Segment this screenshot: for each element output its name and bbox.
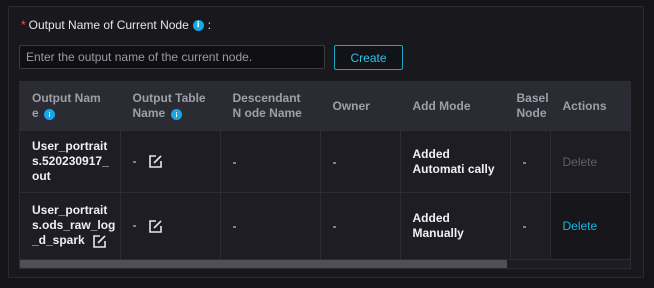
delete-button[interactable]: Delete — [563, 219, 598, 233]
edit-icon[interactable] — [148, 154, 163, 169]
cell-descendant-node-name: - — [220, 192, 321, 260]
header-output-table-name: Output Table Name — [120, 82, 221, 131]
info-icon[interactable] — [170, 109, 182, 120]
table-row: User_portrait s.520230917_ out - - - Add… — [20, 130, 630, 193]
cell-actions: Delete — [549, 192, 630, 260]
horizontal-scrollbar[interactable] — [20, 260, 630, 268]
output-config-panel: * Output Name of Current Node i : Create… — [8, 6, 644, 278]
cell-owner: - — [320, 192, 401, 260]
header-owner: Owner — [320, 82, 401, 131]
cell-owner: - — [320, 130, 401, 193]
required-mark: * — [21, 18, 26, 32]
output-table: Output Nam e Output Table Name Descendan… — [19, 81, 631, 269]
cell-descendant-node-name: - — [220, 130, 321, 193]
header-descendant-node-name: Descendant N ode Name — [220, 82, 321, 131]
edit-icon[interactable] — [92, 234, 107, 249]
info-icon[interactable]: i — [192, 19, 204, 31]
cell-output-table-name-value: - — [132, 218, 137, 233]
output-name-label: Output Name of Current Node — [28, 18, 189, 32]
cell-add-mode: Added Manually — [400, 192, 511, 260]
header-output-name-label: Output Nam e — [32, 91, 101, 120]
edit-icon[interactable] — [148, 219, 163, 234]
cell-actions: Delete — [549, 130, 630, 193]
info-icon[interactable] — [44, 109, 56, 120]
header-output-name: Output Nam e — [20, 82, 121, 131]
cell-output-name: User_portrait s.ods_raw_log _d_spark — [20, 192, 121, 260]
output-name-input[interactable] — [19, 45, 325, 69]
cell-output-table-name: - — [120, 130, 221, 193]
cell-add-mode: Added Automati cally — [400, 130, 511, 193]
cell-output-table-name: - — [120, 192, 221, 260]
header-output-table-name-label: Output Table Name — [132, 91, 206, 120]
table-row: User_portrait s.ods_raw_log _d_spark - -… — [20, 192, 630, 260]
scrollbar-thumb[interactable] — [20, 260, 507, 268]
header-baseline-node: Basel Node — [510, 82, 551, 131]
table-header-row: Output Nam e Output Table Name Descendan… — [20, 82, 630, 131]
create-button[interactable]: Create — [334, 45, 403, 70]
header-actions: Actions — [549, 82, 630, 131]
cell-output-name: User_portrait s.520230917_ out — [20, 130, 121, 193]
header-add-mode: Add Mode — [400, 82, 511, 131]
cell-baseline-node: - — [510, 192, 551, 260]
delete-button-disabled: Delete — [562, 154, 598, 169]
label-colon: : — [207, 18, 212, 32]
cell-baseline-node: - — [510, 130, 551, 193]
output-name-label-row: * Output Name of Current Node i : — [21, 18, 211, 32]
cell-output-table-name-value: - — [132, 153, 137, 168]
